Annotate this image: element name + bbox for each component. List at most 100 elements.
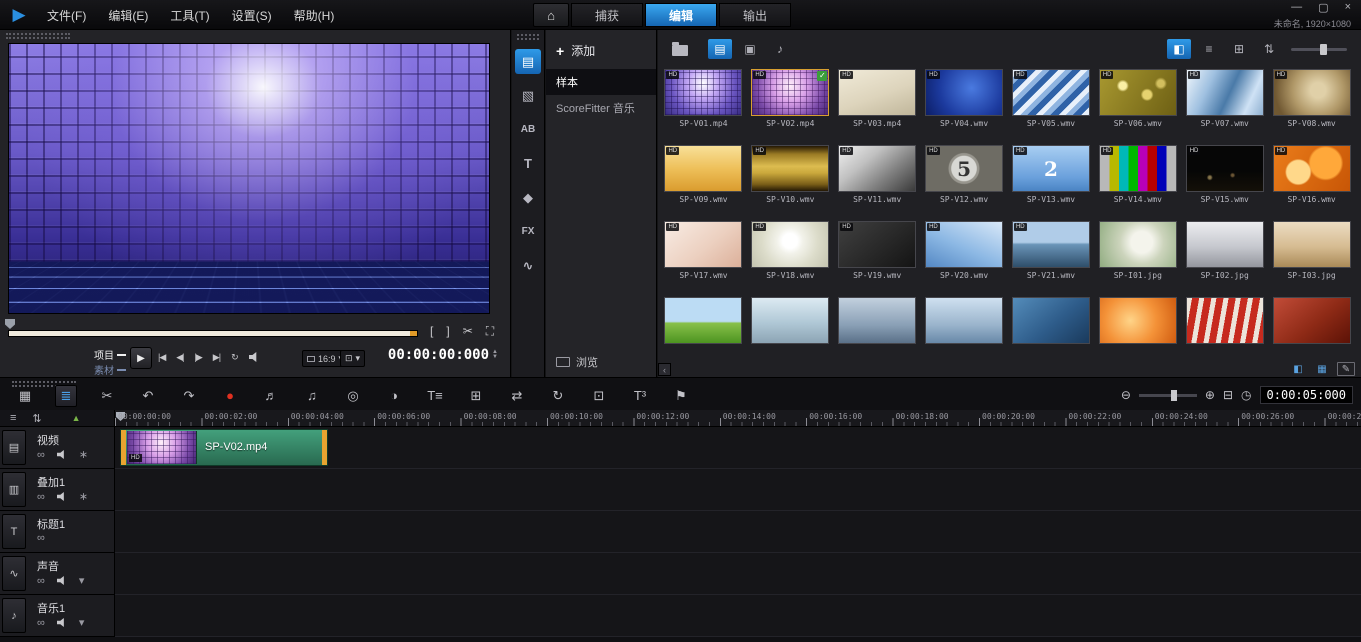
import-media-button[interactable] <box>668 39 692 59</box>
close-button[interactable]: × <box>1345 1 1351 14</box>
home-button[interactable]: ⌂ <box>533 3 569 27</box>
media-thumbnail[interactable]: HD 2 <box>1012 145 1090 192</box>
media-library-button[interactable]: ▤ <box>515 49 541 74</box>
library-item[interactable] <box>834 294 921 361</box>
library-item[interactable]: HD SP-V04.wmv <box>921 66 1008 142</box>
go-start-button[interactable]: |◀ <box>158 352 165 363</box>
edit-tools-button[interactable]: ✂ <box>96 385 118 407</box>
preview-zoom-select[interactable]: ⊡ ▾ <box>340 350 365 367</box>
library-item[interactable]: HD SP-V10.wmv <box>747 142 834 218</box>
music-1-track-type-icon[interactable]: ♪ <box>2 598 26 633</box>
media-thumbnail[interactable]: HD <box>1273 145 1351 192</box>
panel-drag-handle[interactable] <box>517 34 539 40</box>
next-frame-button[interactable]: |▶ <box>195 352 202 363</box>
mask-creator-button[interactable]: ⚑ <box>670 385 692 407</box>
media-thumbnail[interactable] <box>751 297 829 344</box>
menu-item-help[interactable]: 帮助(H) <box>283 0 346 30</box>
record-capture-button[interactable]: ● <box>219 385 241 407</box>
thumbnail-size-slider[interactable] <box>1291 48 1347 51</box>
media-thumbnail[interactable]: HD <box>1099 69 1177 116</box>
filter-videos-button[interactable]: ▤ <box>708 39 732 59</box>
menu-item-settings[interactable]: 设置(S) <box>221 0 283 30</box>
painting-creator-button[interactable]: ◑ <box>383 385 405 407</box>
go-end-button[interactable]: ▶| <box>213 352 220 363</box>
media-thumbnail[interactable] <box>1186 221 1264 268</box>
library-item[interactable] <box>1094 294 1181 361</box>
split-clip-button[interactable]: ✂ <box>463 324 473 339</box>
timeline-ruler[interactable]: 00:00:00:0000:00:02:0000:00:04:0000:00:0… <box>115 410 1361 427</box>
media-thumbnail[interactable] <box>1186 297 1264 344</box>
track-mute-button[interactable] <box>57 576 67 585</box>
media-thumbnail[interactable]: HD <box>1012 221 1090 268</box>
library-item[interactable]: HD SP-V07.wmv <box>1181 66 1268 142</box>
fit-screen-button[interactable]: ⊡ <box>588 385 610 407</box>
timeline-zoom-handle[interactable] <box>1171 390 1177 401</box>
media-thumbnail[interactable]: HD <box>838 145 916 192</box>
track-expand-button[interactable]: ▾ <box>79 616 85 629</box>
media-thumbnail[interactable]: HD <box>1099 145 1177 192</box>
track-manager-button[interactable]: ⊞ <box>465 385 487 407</box>
library-item[interactable] <box>1268 294 1355 361</box>
toggle-options-panel-button[interactable]: ▦ <box>1313 362 1331 376</box>
timeline-clip[interactable]: HD SP-V02.mp4 <box>120 429 328 466</box>
track-header-overlay-1[interactable]: ▥ 叠加1 ∞∗ <box>0 469 115 511</box>
scrubber-handle[interactable] <box>5 319 15 329</box>
library-item[interactable]: HD SP-V11.wmv <box>834 142 921 218</box>
motion-tracking-button[interactable]: ◎ <box>342 385 364 407</box>
library-folder-scorefitter-music[interactable]: ScoreFitter 音乐 <box>546 95 656 121</box>
ripple-edit-icon[interactable]: ∞ <box>37 532 45 544</box>
track-lane-video[interactable]: HD SP-V02.mp4 <box>115 427 1361 469</box>
library-item[interactable]: HD SP-V03.mp4 <box>834 66 921 142</box>
media-thumbnail[interactable] <box>664 297 742 344</box>
library-item[interactable]: SP-I02.jpg <box>1181 218 1268 294</box>
mark-out-button[interactable]: ] <box>446 324 449 339</box>
filter-button[interactable]: FX <box>515 219 541 244</box>
track-lane-music-1[interactable] <box>115 595 1361 637</box>
repeat-button[interactable]: ↻ <box>231 352 238 363</box>
library-item[interactable] <box>747 294 834 361</box>
thumbnail-size-handle[interactable] <box>1320 44 1327 55</box>
library-item[interactable]: HD SP-V17.wmv <box>660 218 747 294</box>
ripple-edit-icon[interactable]: ∞ <box>37 491 45 503</box>
media-thumbnail[interactable] <box>1273 297 1351 344</box>
track-effect-icon[interactable]: ∗ <box>79 448 88 461</box>
sort-button[interactable]: ⇅ <box>1257 39 1281 59</box>
media-thumbnail[interactable] <box>1273 221 1351 268</box>
track-mute-button[interactable] <box>57 450 67 459</box>
ripple-edit-button[interactable]: ⇄ <box>506 385 528 407</box>
view-split-button[interactable]: ◧ <box>1167 39 1191 59</box>
media-thumbnail[interactable]: HD <box>751 221 829 268</box>
menu-item-tools[interactable]: 工具(T) <box>159 0 220 30</box>
track-effect-icon[interactable]: ∗ <box>79 490 88 503</box>
media-thumbnail[interactable] <box>1099 221 1177 268</box>
title-1-track-type-icon[interactable]: T <box>2 514 26 549</box>
library-item[interactable]: HD SP-V20.wmv <box>921 218 1008 294</box>
library-item[interactable]: HD SP-V05.wmv <box>1008 66 1095 142</box>
library-item[interactable]: HD SP-V21.wmv <box>1008 218 1095 294</box>
track-list-button[interactable]: ≡ <box>10 412 16 424</box>
library-item[interactable]: HD SP-V19.wmv <box>834 218 921 294</box>
video-track-type-icon[interactable]: ▤ <box>2 430 26 465</box>
library-item[interactable]: HD SP-V09.wmv <box>660 142 747 218</box>
clip-mode-button[interactable]: 素材 <box>60 362 126 377</box>
library-item[interactable]: HD 2 SP-V13.wmv <box>1008 142 1095 218</box>
library-folder-samples[interactable]: 样本 <box>546 69 656 95</box>
preview-timecode[interactable]: 00:00:00:000 <box>388 347 489 363</box>
add-folder-button[interactable]: + 添加 <box>546 30 656 69</box>
voice-track-type-icon[interactable]: ∿ <box>2 556 26 591</box>
media-thumbnail[interactable]: HD 5 <box>925 145 1003 192</box>
track-lane-overlay-1[interactable] <box>115 469 1361 511</box>
swap-tracks-button[interactable]: ⇅ <box>32 412 41 425</box>
library-item[interactable] <box>921 294 1008 361</box>
media-thumbnail[interactable]: HD <box>1273 69 1351 116</box>
track-expand-button[interactable]: ▾ <box>79 574 85 587</box>
minimize-button[interactable]: — <box>1291 1 1302 14</box>
library-item[interactable]: HD SP-V08.wmv <box>1268 66 1355 142</box>
media-thumbnail[interactable]: HD <box>1186 69 1264 116</box>
ripple-edit-icon[interactable]: ∞ <box>37 449 45 461</box>
overlay-1-track-type-icon[interactable]: ▥ <box>2 472 26 507</box>
library-item[interactable]: HD SP-V18.wmv <box>747 218 834 294</box>
media-thumbnail[interactable]: HD <box>1012 69 1090 116</box>
zoom-out-button[interactable]: ⊖ <box>1121 388 1131 402</box>
3d-title-button[interactable]: T³ <box>629 385 651 407</box>
